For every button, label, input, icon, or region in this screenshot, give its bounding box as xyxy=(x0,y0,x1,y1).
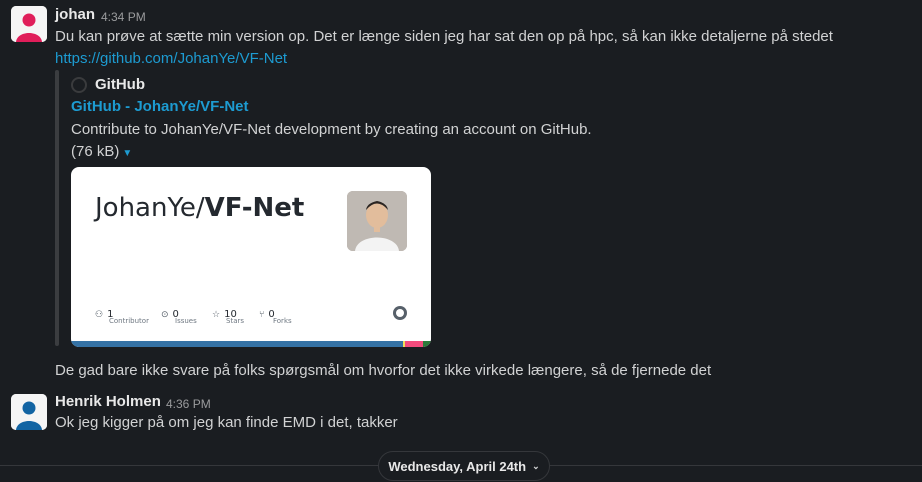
timestamp[interactable]: 4:34 PM xyxy=(101,10,146,24)
language-bar xyxy=(71,341,431,347)
unfurl-description: Contribute to JohanYe/VF-Net development… xyxy=(71,121,592,138)
message-text: Ok jeg kigger på om jeg kan finde EMD i … xyxy=(55,414,398,431)
unfurl-bar xyxy=(55,70,59,346)
message-text: Du kan prøve at sætte min version op. De… xyxy=(55,28,833,45)
repo-title: VF-Net xyxy=(204,193,305,223)
message-text: De gad bare ikke svare på folks spørgsmå… xyxy=(55,362,712,379)
chevron-down-icon: ⌄ xyxy=(532,460,540,471)
stat-stars: ☆ 10 Stars xyxy=(212,303,244,325)
star-icon: ☆ xyxy=(212,310,221,320)
avatar-johan[interactable] xyxy=(11,6,47,42)
lang-segment xyxy=(71,341,403,347)
caret-down-icon: ▼ xyxy=(122,148,133,159)
owner-avatar xyxy=(347,191,407,251)
repo-name: JohanYe/VF-Net xyxy=(95,193,304,223)
unfurl-size-toggle[interactable]: (76 kB) ▼ xyxy=(71,143,132,160)
stat-label: Contributor xyxy=(109,317,149,325)
avatar-henrik[interactable] xyxy=(11,394,47,430)
github-icon xyxy=(71,77,87,93)
stat-label: Forks xyxy=(273,317,292,325)
username-johan[interactable]: johan xyxy=(55,6,95,23)
issue-icon: ⊙ xyxy=(161,310,169,320)
people-icon: ⚇ xyxy=(95,310,104,320)
username-henrik[interactable]: Henrik Holmen xyxy=(55,393,161,410)
date-divider-button[interactable]: Wednesday, April 24th ⌄ xyxy=(378,451,550,481)
message-link[interactable]: https://github.com/JohanYe/VF-Net xyxy=(55,50,287,67)
repo-owner: JohanYe/ xyxy=(95,193,205,223)
lang-segment xyxy=(405,341,423,347)
stat-issues: ⊙ 0 Issues xyxy=(161,303,197,325)
unfurl-title-link[interactable]: GitHub - JohanYe/VF-Net xyxy=(71,98,249,115)
date-label: Wednesday, April 24th xyxy=(388,458,527,474)
timestamp[interactable]: 4:36 PM xyxy=(166,397,211,411)
lang-segment xyxy=(423,341,431,347)
fork-icon: ⑂ xyxy=(259,310,265,320)
profile-photo-icon xyxy=(347,191,407,251)
stat-label: Stars xyxy=(226,317,245,325)
stat-contributors: ⚇ 1 Contributor xyxy=(95,303,149,325)
repo-preview-card[interactable]: JohanYe/VF-Net ⚇ 1 Contributor ⊙ 0 Issues … xyxy=(71,167,431,347)
stat-forks: ⑂ 0 Forks xyxy=(259,303,292,325)
unfurl-size: (76 kB) xyxy=(71,143,120,160)
github-icon xyxy=(393,306,407,320)
person-icon xyxy=(11,394,47,430)
person-icon xyxy=(11,6,47,42)
unfurl-site-name: GitHub xyxy=(95,76,145,93)
stat-label: Issues xyxy=(175,317,197,325)
